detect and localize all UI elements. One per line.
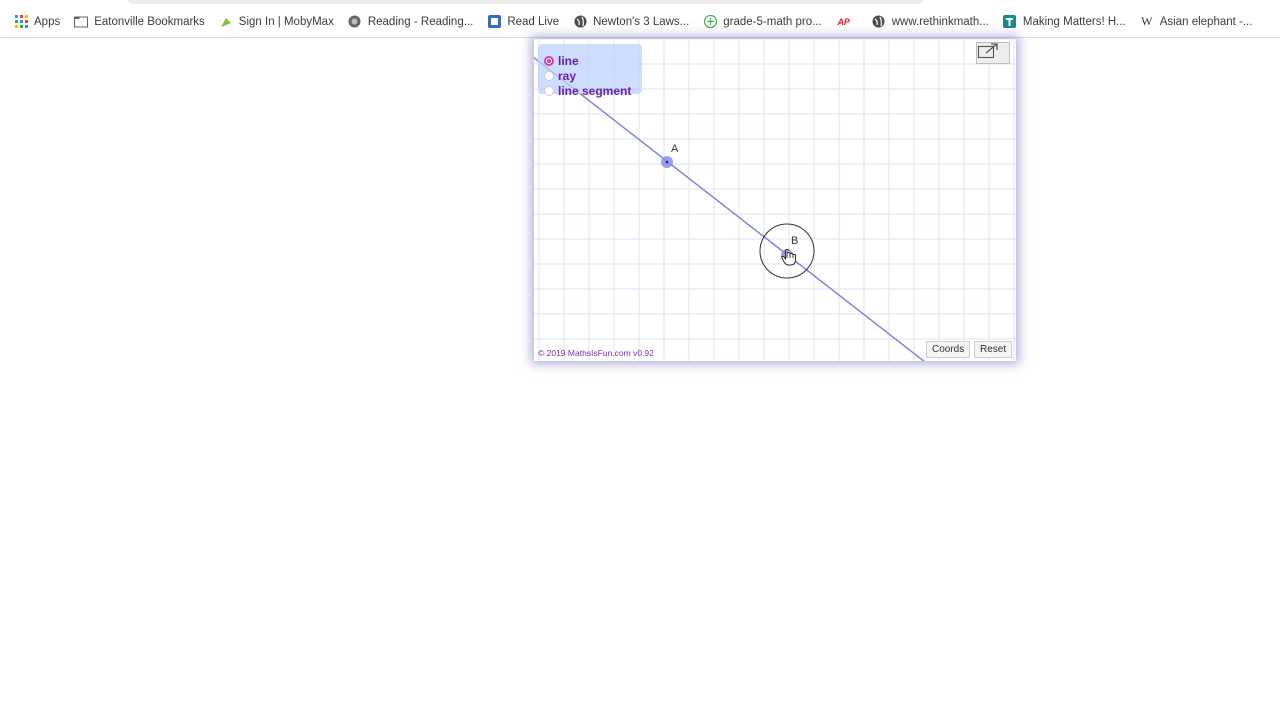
coords-button[interactable]: Coords bbox=[926, 341, 971, 358]
bookmark-newtons-laws[interactable]: Newton's 3 Laws... bbox=[565, 10, 695, 34]
wikipedia-icon: W bbox=[1140, 14, 1154, 29]
popout-button[interactable] bbox=[976, 42, 1010, 64]
bookmark-label: Apps bbox=[34, 15, 61, 28]
read-live-icon bbox=[487, 15, 501, 29]
radio-unselected-icon[interactable] bbox=[544, 70, 554, 81]
bookmark-ap[interactable]: AP bbox=[828, 10, 864, 34]
bookmark-label: Eatonville Bookmarks bbox=[94, 15, 205, 28]
radio-selected-icon[interactable] bbox=[544, 55, 554, 66]
bookmark-label: Asian elephant -... bbox=[1159, 15, 1253, 28]
bookmark-label: Sign In | MobyMax bbox=[238, 15, 334, 28]
mobymax-icon bbox=[219, 15, 233, 29]
ap-icon-text: AP bbox=[837, 16, 850, 27]
copyright-text: © 2019 MathsIsFun.com v0.92 bbox=[538, 348, 654, 358]
bookmark-rethinkmath[interactable]: www.rethinkmath... bbox=[864, 10, 995, 34]
line-ray-segment-applet[interactable]: A B line ray line segment © 2019 MathsIs… bbox=[534, 39, 1016, 361]
wikipedia-icon-text: W bbox=[1141, 14, 1153, 28]
mode-option-line[interactable]: line bbox=[544, 53, 579, 68]
bookmark-read-live[interactable]: Read Live bbox=[479, 10, 565, 34]
globe-icon bbox=[872, 15, 886, 29]
mode-label: line segment bbox=[558, 83, 632, 98]
mode-selector: line ray line segment bbox=[538, 44, 642, 98]
bookmark-asian-elephant[interactable]: W Asian elephant -... bbox=[1132, 10, 1259, 34]
globe-icon bbox=[573, 15, 587, 29]
bookmark-label: www.rethinkmath... bbox=[891, 15, 989, 28]
bookmark-label: Newton's 3 Laws... bbox=[593, 15, 690, 28]
folder-icon bbox=[74, 15, 89, 29]
bookmark-making-matters[interactable]: Making Matters! H... bbox=[995, 10, 1132, 34]
mode-label: ray bbox=[558, 68, 577, 83]
bookmark-apps[interactable]: Apps bbox=[0, 10, 66, 34]
address-bar-edge bbox=[128, 0, 923, 4]
bookmark-label: Read Live bbox=[507, 15, 560, 28]
point-a-label: A bbox=[671, 143, 679, 155]
reset-button[interactable]: Reset bbox=[974, 341, 1013, 358]
bookmark-mobymax[interactable]: Sign In | MobyMax bbox=[211, 10, 340, 34]
bookmark-label: Reading - Reading... bbox=[367, 15, 474, 28]
making-matters-icon bbox=[1003, 15, 1017, 29]
point-a-center bbox=[665, 160, 669, 164]
mode-option-line-segment[interactable]: line segment bbox=[544, 83, 631, 98]
ap-icon: AP bbox=[836, 15, 852, 29]
bookmark-grade-5-math[interactable]: grade-5-math pro... bbox=[695, 10, 827, 34]
apps-grid-icon bbox=[14, 15, 28, 29]
bookmarks-bar: Apps Eatonville Bookmarks Sign In | Moby… bbox=[0, 6, 1280, 38]
mode-option-ray[interactable]: ray bbox=[544, 68, 576, 83]
point-b-label: B bbox=[791, 235, 799, 247]
bookmark-label: Making Matters! H... bbox=[1022, 15, 1126, 28]
radio-unselected-icon[interactable] bbox=[544, 85, 554, 96]
bookmark-eatonville[interactable]: Eatonville Bookmarks bbox=[66, 10, 211, 34]
reading-icon bbox=[348, 15, 362, 29]
bookmark-reading[interactable]: Reading - Reading... bbox=[340, 10, 479, 34]
mode-label: line bbox=[558, 53, 579, 68]
bookmark-label: grade-5-math pro... bbox=[723, 15, 822, 28]
math-icon bbox=[703, 15, 717, 29]
